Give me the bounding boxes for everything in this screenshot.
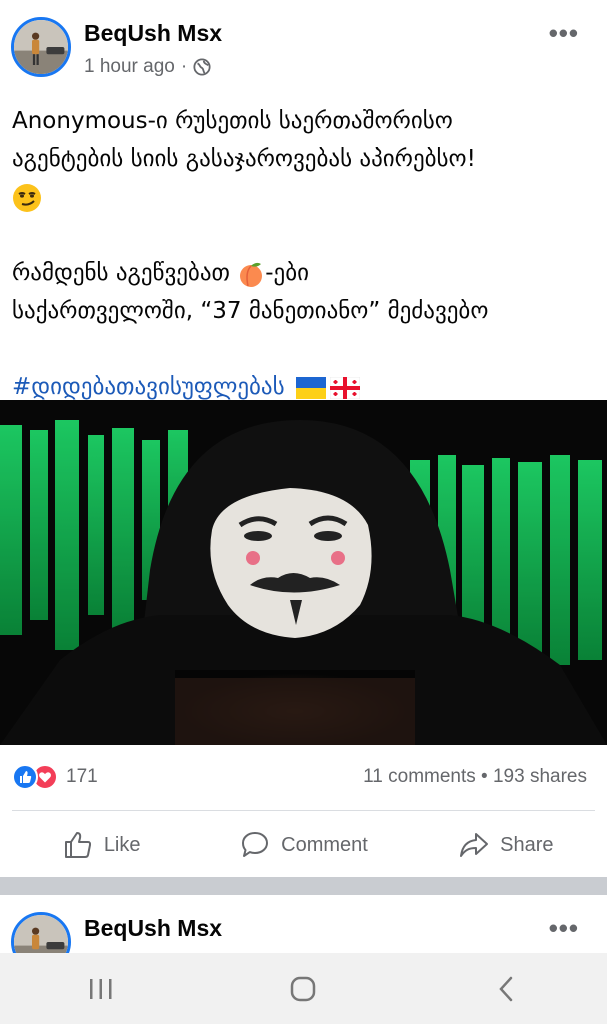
recent-apps-icon — [90, 978, 112, 999]
post-meta: 1 hour ago · — [84, 56, 211, 78]
comment-bubble-icon — [242, 832, 269, 857]
author-name[interactable]: BeqUsh Msx — [84, 915, 222, 942]
next-post: BeqUsh Msx ••• — [0, 895, 607, 953]
post-time[interactable]: 1 hour ago — [84, 56, 175, 78]
post-text-fragment: რამდენს აგეწვებათ — [12, 260, 238, 286]
hashtag-link[interactable]: #დიდებათავისუფლებას — [12, 374, 285, 400]
comment-button[interactable]: Comment — [202, 820, 404, 870]
hacker-mask-image — [0, 400, 607, 745]
share-label: Share — [500, 833, 554, 856]
post-actions: Like Comment Share — [0, 820, 607, 870]
post-text: Anonymous-ი რუსეთის საერთაშორისო აგენტებ… — [12, 102, 602, 406]
back-button[interactable] — [476, 959, 536, 1019]
post-stats: 171 11 comments • 193 shares — [0, 760, 607, 796]
share-button[interactable]: Share — [405, 820, 607, 870]
author-name[interactable]: BeqUsh Msx — [84, 20, 222, 47]
shares-count[interactable]: 193 shares — [493, 766, 587, 787]
like-button[interactable]: Like — [0, 820, 202, 870]
ukraine-flag-icon — [295, 376, 326, 399]
share-arrow-icon — [460, 833, 489, 857]
author-avatar[interactable] — [11, 17, 71, 77]
post-text-line: რამდენს აგეწვებათ -ები — [12, 254, 602, 292]
post-image[interactable] — [0, 400, 607, 745]
comment-label: Comment — [281, 833, 368, 856]
more-horizontal-icon[interactable]: ••• — [549, 18, 579, 49]
globe-icon — [193, 58, 211, 76]
back-chevron-icon — [499, 976, 513, 1001]
georgia-flag-icon — [329, 376, 360, 399]
post-text-fragment: -ები — [265, 260, 310, 286]
comments-count[interactable]: 11 comments — [363, 766, 476, 787]
engagement-summary: 11 comments • 193 shares — [363, 766, 587, 788]
thumbs-up-icon — [64, 832, 91, 858]
post-text-line: Anonymous-ი რუსეთის საერთაშორისო — [12, 108, 453, 134]
home-button[interactable] — [273, 959, 333, 1019]
author-avatar[interactable] — [11, 912, 71, 953]
post-text-line: აგენტების სიის გასაჯაროვებას აპირებსო! — [12, 146, 476, 172]
post-text-line: საქართველოში, “37 მანეთიანო” მეძავებო — [12, 298, 489, 324]
home-icon — [291, 976, 316, 1001]
meta-separator: · — [180, 56, 188, 77]
reaction-count: 171 — [66, 766, 98, 787]
like-reaction-icon — [12, 764, 38, 790]
like-label: Like — [103, 833, 141, 856]
feed-separator — [0, 877, 607, 895]
peach-emoji-icon — [240, 262, 263, 287]
smirk-emoji-icon — [13, 183, 41, 212]
divider — [12, 810, 595, 811]
recent-apps-button[interactable] — [71, 959, 131, 1019]
reactions-summary[interactable]: 171 — [12, 764, 98, 790]
avatar-photo — [14, 915, 68, 953]
avatar-photo — [14, 20, 68, 74]
engagement-dot: • — [481, 766, 488, 787]
post-header: BeqUsh Msx 1 hour ago · ••• — [0, 0, 607, 90]
system-nav-bar — [0, 953, 607, 1024]
more-horizontal-icon[interactable]: ••• — [549, 913, 579, 944]
smirk-emoji — [12, 178, 602, 216]
